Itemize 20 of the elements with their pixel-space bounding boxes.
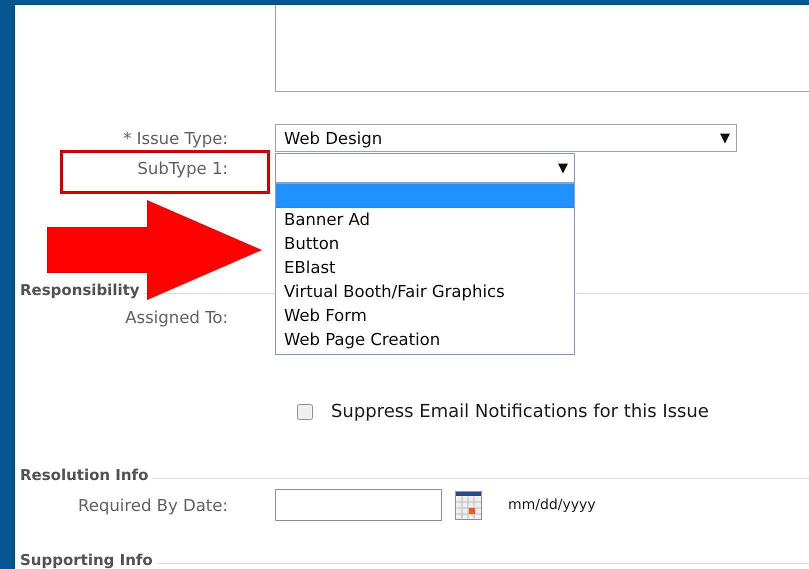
dropdown-option[interactable]: Web Form [276,304,574,328]
section-heading: Resolution Info [20,466,148,484]
field-label: * Issue Type: [122,128,228,148]
checkbox-label: Suppress Email Notifications for this Issue [331,401,709,422]
checkbox[interactable] [297,404,313,420]
dropdown-option[interactable]: Web Page Creation [276,328,574,352]
field-label: Required By Date: [76,496,228,514]
field-label: SubType 1: [136,158,228,178]
dropdown-option[interactable]: Virtual Booth/Fair Graphics [276,280,574,304]
section-heading: Supporting Info [20,551,153,569]
date-field[interactable] [275,489,442,521]
dropdown-option[interactable]: Banner Ad [276,208,574,232]
issue-type-select[interactable]: Web Design ▼ [275,124,737,152]
calendar-icon[interactable] [455,490,482,520]
dropdown-option[interactable]: Button [276,232,574,256]
date-format-hint: mm/dd/yyyy [508,497,596,513]
field-label: Assigned To: [124,308,228,327]
dropdown-option[interactable]: EBlast [276,256,574,280]
section-heading: Responsibility [20,281,140,299]
subtype-select[interactable]: ▼ [275,153,575,183]
